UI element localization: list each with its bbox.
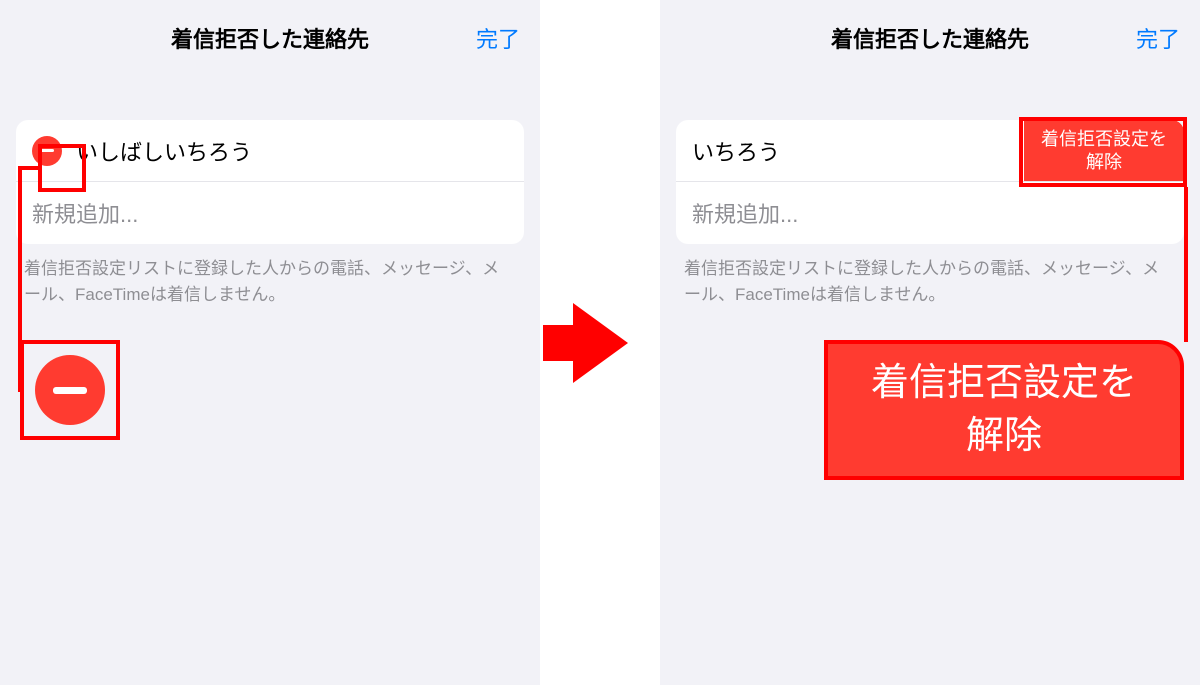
- unblock-button[interactable]: 着信拒否設定を 解除: [1024, 120, 1184, 182]
- contact-name: いしばしいちろう: [76, 135, 252, 167]
- header: 着信拒否した連絡先 完了: [660, 0, 1200, 75]
- blocked-contact-row[interactable]: いちろう 着信拒否設定を 解除: [676, 120, 1184, 182]
- delete-icon[interactable]: [32, 136, 62, 166]
- blocked-list: いしばしいちろう 新規追加...: [16, 120, 524, 244]
- screen-before: 着信拒否した連絡先 完了 いしばしいちろう 新規追加... 着信拒否設定リストに…: [0, 0, 540, 685]
- step-arrow-container: [540, 0, 660, 685]
- done-button[interactable]: 完了: [476, 22, 520, 54]
- screen-after: 着信拒否した連絡先 完了 いちろう 着信拒否設定を 解除 新規追加... 着信拒…: [660, 0, 1200, 685]
- annotation-callout-unblock: 着信拒否設定を 解除: [824, 340, 1184, 480]
- annotation-connector: [1184, 187, 1188, 342]
- add-new-label: 新規追加...: [32, 197, 138, 229]
- arrow-right-icon: [573, 303, 628, 383]
- page-title: 着信拒否した連絡先: [831, 22, 1029, 54]
- done-button[interactable]: 完了: [1136, 22, 1180, 54]
- add-new-row[interactable]: 新規追加...: [16, 182, 524, 244]
- add-new-label: 新規追加...: [692, 197, 798, 229]
- blocked-list: いちろう 着信拒否設定を 解除 新規追加...: [676, 120, 1184, 244]
- header: 着信拒否した連絡先 完了: [0, 0, 540, 75]
- add-new-row[interactable]: 新規追加...: [676, 182, 1184, 244]
- blocked-contact-row[interactable]: いしばしいちろう: [16, 120, 524, 182]
- footer-description: 着信拒否設定リストに登録した人からの電話、メッセージ、メール、FaceTimeは…: [24, 256, 516, 307]
- delete-icon-large: [35, 355, 105, 425]
- contact-name: いちろう: [692, 135, 780, 167]
- annotation-connector: [18, 166, 22, 392]
- footer-description: 着信拒否設定リストに登録した人からの電話、メッセージ、メール、FaceTimeは…: [684, 256, 1176, 307]
- page-title: 着信拒否した連絡先: [171, 22, 369, 54]
- annotation-callout-delete-icon: [20, 340, 120, 440]
